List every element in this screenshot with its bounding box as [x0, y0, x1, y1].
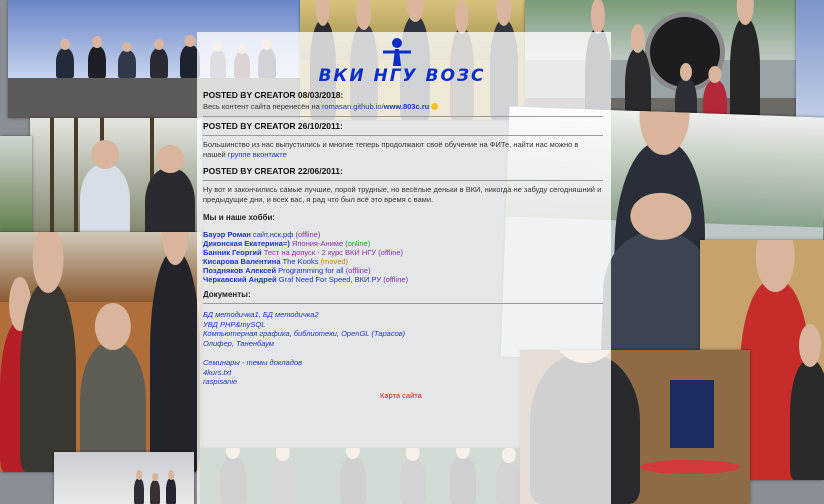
list-item: Черкавский Андрей Graf Need For Speed, В…	[203, 275, 603, 284]
doc-link[interactable]: БД методичка1, БД методичка2	[203, 310, 603, 320]
member-name[interactable]: Банник Георгий	[203, 248, 262, 257]
post-header: POSTED BY CREATOR 22/06/2011:	[203, 166, 343, 176]
member-name[interactable]: Бауэр Роман	[203, 230, 251, 239]
member-status: (online)	[345, 239, 371, 248]
doc-link[interactable]: УВД PHP&mySQL	[203, 320, 603, 330]
post-link-803c[interactable]: www.803c.ru	[384, 102, 430, 111]
divider	[203, 303, 603, 304]
member-hobby[interactable]: Graf Need For Speed, ВКИ.РУ	[279, 275, 381, 284]
list-item: Кисарова Валентина The Kooks (moved)	[203, 257, 603, 266]
docs-title: Документы:	[203, 290, 251, 299]
doc-link[interactable]: Компьютерная графика, библиотеки, OpenGL…	[203, 329, 603, 339]
photo-snow-group	[54, 452, 194, 504]
member-name[interactable]: Черкавский Андрей	[203, 275, 277, 284]
content-body: POSTED BY CREATOR 08/03/2018: Весь конте…	[203, 90, 603, 387]
photo-bus-group	[0, 232, 202, 472]
site-logo[interactable]: ВКИ НГУ ВОЗС	[309, 38, 495, 90]
doc-link[interactable]: Олифер, Таненбаум	[203, 339, 603, 349]
docs-list: БД методичка1, БД методичка2 УВД PHP&myS…	[203, 310, 603, 387]
member-hobby[interactable]: сайт.нск.рф	[253, 230, 293, 239]
member-status: (offline)	[383, 275, 409, 284]
post-text: Весь контент сайта перенесён на	[203, 102, 322, 111]
member-status: (offline)	[345, 266, 371, 275]
list-item: Диконская Екатерина=) Япония-Аниме (onli…	[203, 239, 603, 248]
post-body: Большинство из нас выпустились и многие …	[203, 140, 603, 160]
post-link-vk-group[interactable]: группе вконтакте	[228, 150, 287, 159]
members-list: Бауэр Роман сайт.нск.рф (offline) Диконс…	[203, 230, 603, 284]
member-name[interactable]: Поздняков Алексей	[203, 266, 276, 275]
photo-forest-edge	[0, 136, 32, 236]
member-status: (offline)	[378, 248, 404, 257]
member-hobby[interactable]: Programming for all	[278, 266, 343, 275]
list-item: Бауэр Роман сайт.нск.рф (offline)	[203, 230, 603, 239]
member-hobby[interactable]: Япония-Аниме	[292, 239, 343, 248]
sitemap-link[interactable]: Карта сайта	[380, 391, 422, 400]
post-text: Ну вот и закончились самые лучшие, порой…	[203, 185, 602, 204]
post-body: Весь контент сайта перенесён на romasan.…	[203, 102, 603, 112]
member-hobby[interactable]: Тест на допуск - 2 курс ВКИ НГУ	[264, 248, 376, 257]
photo-right-edge	[796, 0, 824, 130]
post-link-romasan[interactable]: romasan.github.io/	[322, 102, 384, 111]
doc-link[interactable]: raspisanie	[203, 377, 603, 387]
divider	[203, 116, 603, 117]
member-name[interactable]: Диконская Екатерина=)	[203, 239, 290, 248]
logo-text: ВКИ НГУ ВОЗС	[318, 66, 486, 86]
content-panel: ВКИ НГУ ВОЗС POSTED BY CREATOR 08/03/201…	[197, 32, 611, 504]
smile-icon	[431, 103, 439, 110]
list-item: Поздняков Алексей Programming for all (o…	[203, 266, 603, 275]
post-header: POSTED BY CREATOR 26/10/2011:	[203, 121, 343, 131]
photo-forest-left	[30, 118, 202, 244]
member-status: (moved)	[320, 257, 349, 266]
member-name[interactable]: Кисарова Валентина	[203, 257, 281, 266]
post-header: POSTED BY CREATOR 08/03/2018:	[203, 90, 344, 100]
list-item: Банник Георгий Тест на допуск - 2 курс В…	[203, 248, 603, 257]
member-hobby[interactable]: The Kooks	[283, 257, 319, 266]
person-icon	[383, 38, 411, 66]
divider	[203, 135, 603, 136]
divider	[203, 180, 603, 181]
doc-link[interactable]: Семинары - темы докладов	[203, 358, 603, 368]
doc-link[interactable]: 4kurs.txt	[203, 368, 603, 378]
member-status: (offline)	[295, 230, 321, 239]
members-title: Мы и наше хобби:	[203, 213, 276, 222]
